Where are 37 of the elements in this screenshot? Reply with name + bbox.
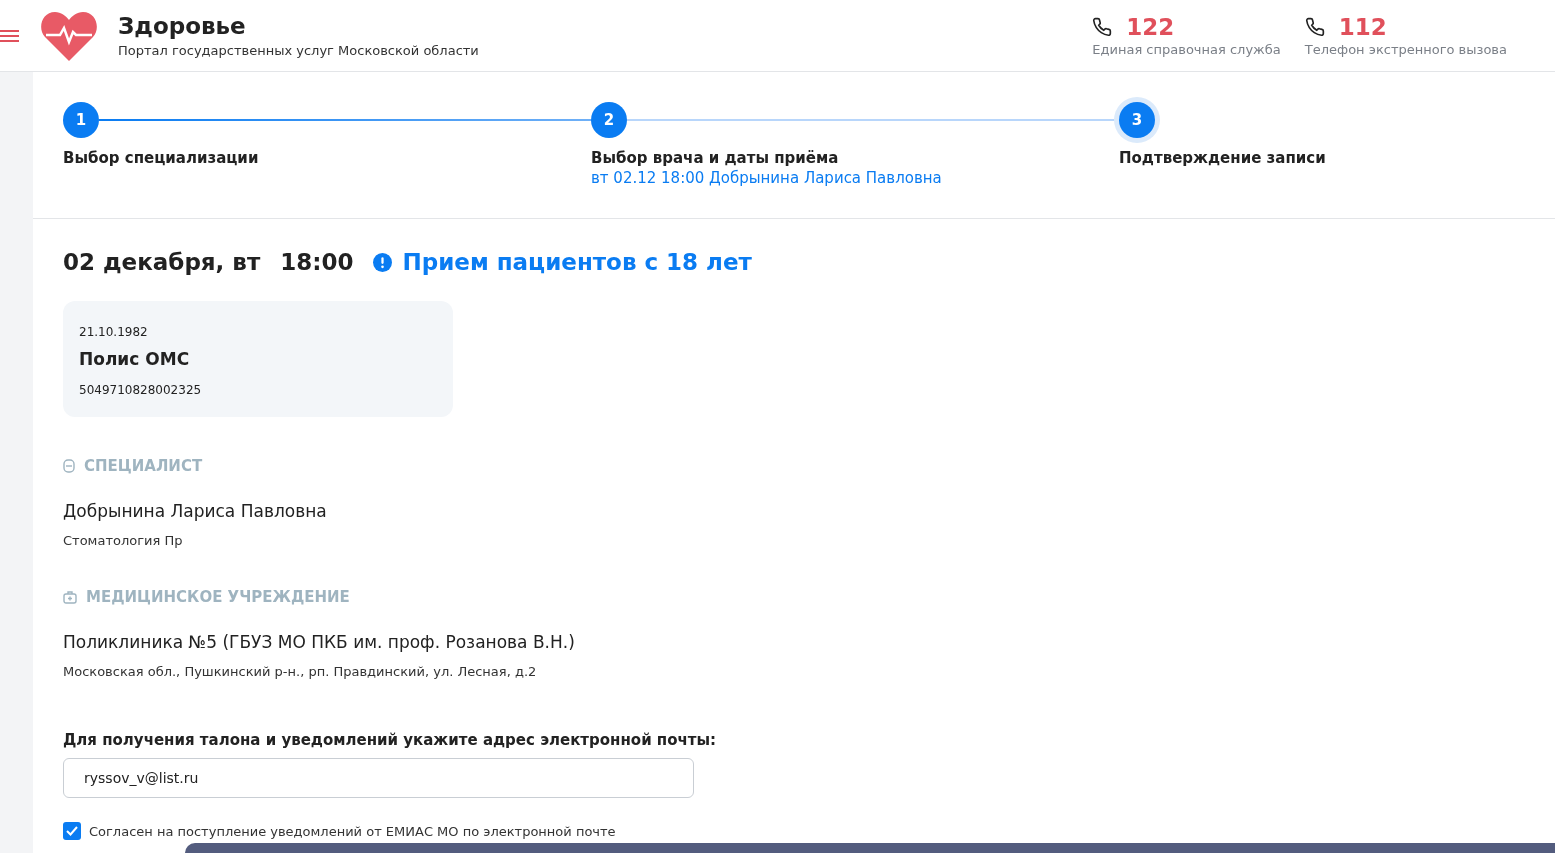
heart-logo-icon [40, 9, 98, 62]
email-label: Для получения талона и уведомлений укажите адрес электронной почты: [63, 731, 717, 749]
birth-date: 21.10.1982 [79, 325, 149, 339]
appointment-time: 18:00 [280, 249, 354, 275]
section-label: МЕДИЦИНСКОЕ УЧРЕЖДЕНИЕ [86, 588, 350, 606]
appointment-date: 02 декабря, вт [63, 249, 261, 275]
age-notice: Прием пациентов с 18 лет [402, 249, 752, 275]
email-field[interactable]: ryssov_v@list.ru [63, 758, 694, 798]
check-icon [66, 826, 78, 836]
step-summary: вт 02.12 18:00 Добрынина Лариса Павловна [591, 169, 943, 187]
policy-number: 5049710828002325 [79, 383, 203, 397]
phone-number[interactable]: 112 [1338, 14, 1387, 40]
phone-label: Телефон экстренного вызова [1304, 42, 1507, 57]
section-name: Добрынина Лариса Павловна [63, 501, 327, 521]
step-number: 2 [591, 102, 627, 138]
consent-label: Согласен на поступление уведомлений от ЕМИАС МО по электронной почте [89, 823, 616, 839]
step-title: Подтверждение записи [1119, 149, 1327, 167]
step-title: Выбор врача и даты приёма [591, 149, 840, 167]
step-title: Выбор специализации [63, 149, 260, 167]
section-label: СПЕЦИАЛИСТ [84, 457, 203, 475]
menu-icon [0, 28, 20, 43]
site-subtitle: Портал государственных услуг Московской области [118, 43, 479, 58]
site-title: Здоровье [118, 13, 247, 39]
section-detail: Московская обл., Пушкинский р-н., рп. Правдинский, ул. Лесная, д.2 [63, 664, 538, 679]
phone-number[interactable]: 122 [1126, 14, 1175, 40]
phone-icon [1092, 17, 1113, 37]
section-name: Поликлиника №5 (ГБУЗ МО ПКБ им. проф. Розанова В.Н.) [63, 632, 575, 652]
section-detail: Стоматология Пр [63, 533, 184, 548]
phone-label: Единая справочная служба [1092, 42, 1281, 57]
consent-checkbox[interactable] [63, 822, 81, 840]
menu-button[interactable] [0, 28, 20, 43]
policy-title: Полис ОМС [79, 349, 191, 369]
medical-case-icon [63, 590, 77, 604]
phone-icon [1304, 17, 1325, 37]
badge-icon [63, 459, 75, 473]
info-icon [373, 252, 393, 272]
step-number: 1 [63, 102, 99, 138]
